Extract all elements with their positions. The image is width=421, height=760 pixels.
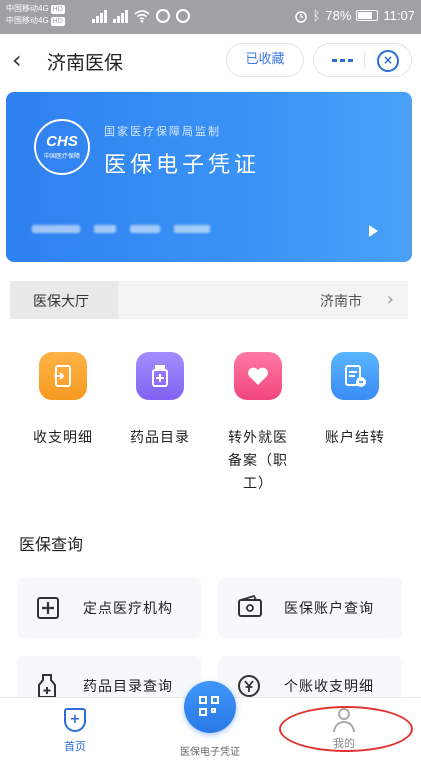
status-bar: 中国移动4G HD 中国移动4G HD ᛒ 78% 11:07 — [0, 0, 421, 34]
mini-app-capsule: × — [313, 43, 412, 77]
tab-e-certificate-button[interactable] — [184, 681, 236, 733]
card-supervisor-text: 国家医疗保障局监制 — [104, 125, 221, 138]
play-arrow-icon[interactable] — [369, 225, 378, 237]
query-account[interactable]: 医保账户查询 — [218, 578, 402, 638]
back-chevron-icon[interactable]: ‹ — [12, 48, 22, 72]
query-label: 医保账户查询 — [284, 601, 374, 617]
account-transfer-icon — [331, 352, 379, 400]
carrier-1-label: 中国移动4G — [6, 4, 49, 13]
query-label: 药品目录查询 — [83, 679, 173, 695]
app-header: ‹ 济南医保 已收藏 × — [0, 34, 421, 86]
heart-icon — [234, 352, 282, 400]
service-referral-registration[interactable]: 转外就医 备案（职 工） — [208, 352, 308, 496]
more-icon[interactable] — [332, 59, 353, 62]
favorited-button[interactable]: 已收藏 — [226, 43, 304, 77]
carrier-info: 中国移动4G HD 中国移动4G HD — [6, 3, 65, 27]
hall-label: 医保大厅 — [33, 294, 89, 310]
qr-code-icon — [199, 696, 221, 718]
masked-id-part-2 — [130, 225, 160, 233]
query-designated-institution[interactable]: 定点医疗机构 — [17, 578, 201, 638]
service-label-line-2: 备案（职 — [228, 453, 288, 469]
medicine-bottle-icon — [38, 674, 56, 698]
masked-name — [32, 225, 80, 233]
battery-percent: 78% — [325, 8, 352, 23]
medicine-bottle-icon — [136, 352, 184, 400]
query-label: 个账收支明细 — [284, 679, 374, 695]
yuan-coin-icon — [238, 675, 260, 697]
bluetooth-icon: ᛒ — [312, 8, 321, 23]
signal-2-icon — [113, 9, 128, 23]
alarm-icon — [294, 10, 307, 23]
service-drug-catalog[interactable]: 药品目录 — [110, 352, 210, 450]
service-account-transfer[interactable]: 账户结转 — [305, 352, 405, 450]
service-label-line-1: 转外就医 — [228, 430, 288, 446]
city-selector[interactable]: 济南市 — [320, 291, 362, 311]
wifi-icon — [134, 9, 150, 23]
carrier-2-label: 中国移动4G — [6, 16, 49, 25]
hd-badge-2: HD — [50, 17, 65, 26]
tab-home-label: 首页 — [64, 740, 86, 753]
tab-e-certificate-label[interactable]: 医保电子凭证 — [162, 743, 258, 758]
masked-id-part-3 — [174, 225, 210, 233]
shield-icon: + — [64, 708, 86, 732]
card-title: 医保电子凭证 — [104, 153, 261, 178]
insurance-hall-bar[interactable]: 医保大厅 济南市 › — [10, 281, 408, 319]
section-title: 医保查询 — [19, 535, 84, 554]
sync-icon — [156, 9, 170, 23]
masked-id-part-1 — [94, 225, 116, 233]
service-income-expense[interactable]: 收支明细 — [13, 352, 113, 450]
chs-logo-subtext: 中国医疗保障 — [43, 153, 80, 160]
data-saver-icon — [176, 9, 190, 23]
status-right: ᛒ 78% 11:07 — [294, 8, 415, 23]
insurance-certificate-card[interactable]: CHS 中国医疗保障 国家医疗保障局监制 医保电子凭证 — [6, 92, 412, 262]
hospital-cross-icon — [37, 597, 59, 619]
capsule-divider — [364, 52, 365, 68]
hd-badge: HD — [50, 5, 65, 14]
signal-icon — [92, 9, 107, 23]
ledger-icon — [39, 352, 87, 400]
query-label: 定点医疗机构 — [83, 601, 173, 617]
wallet-icon — [238, 595, 262, 617]
clock: 11:07 — [383, 8, 415, 23]
chs-logo-text: CHS — [46, 133, 78, 150]
battery-icon — [356, 10, 379, 21]
service-label: 药品目录 — [130, 430, 190, 446]
tab-home[interactable]: + 首页 — [52, 708, 98, 754]
chs-logo: CHS 中国医疗保障 — [34, 119, 90, 175]
service-label-line-3: 工） — [243, 476, 273, 492]
service-label: 转外就医 备案（职 工） — [208, 427, 308, 496]
network-icons — [92, 9, 190, 23]
chevron-right-icon[interactable]: › — [387, 289, 394, 310]
annotation-circle — [279, 706, 413, 752]
service-label: 账户结转 — [325, 430, 385, 446]
close-icon[interactable]: × — [377, 50, 399, 72]
page-title: 济南医保 — [47, 52, 124, 74]
service-label: 收支明细 — [33, 430, 93, 446]
